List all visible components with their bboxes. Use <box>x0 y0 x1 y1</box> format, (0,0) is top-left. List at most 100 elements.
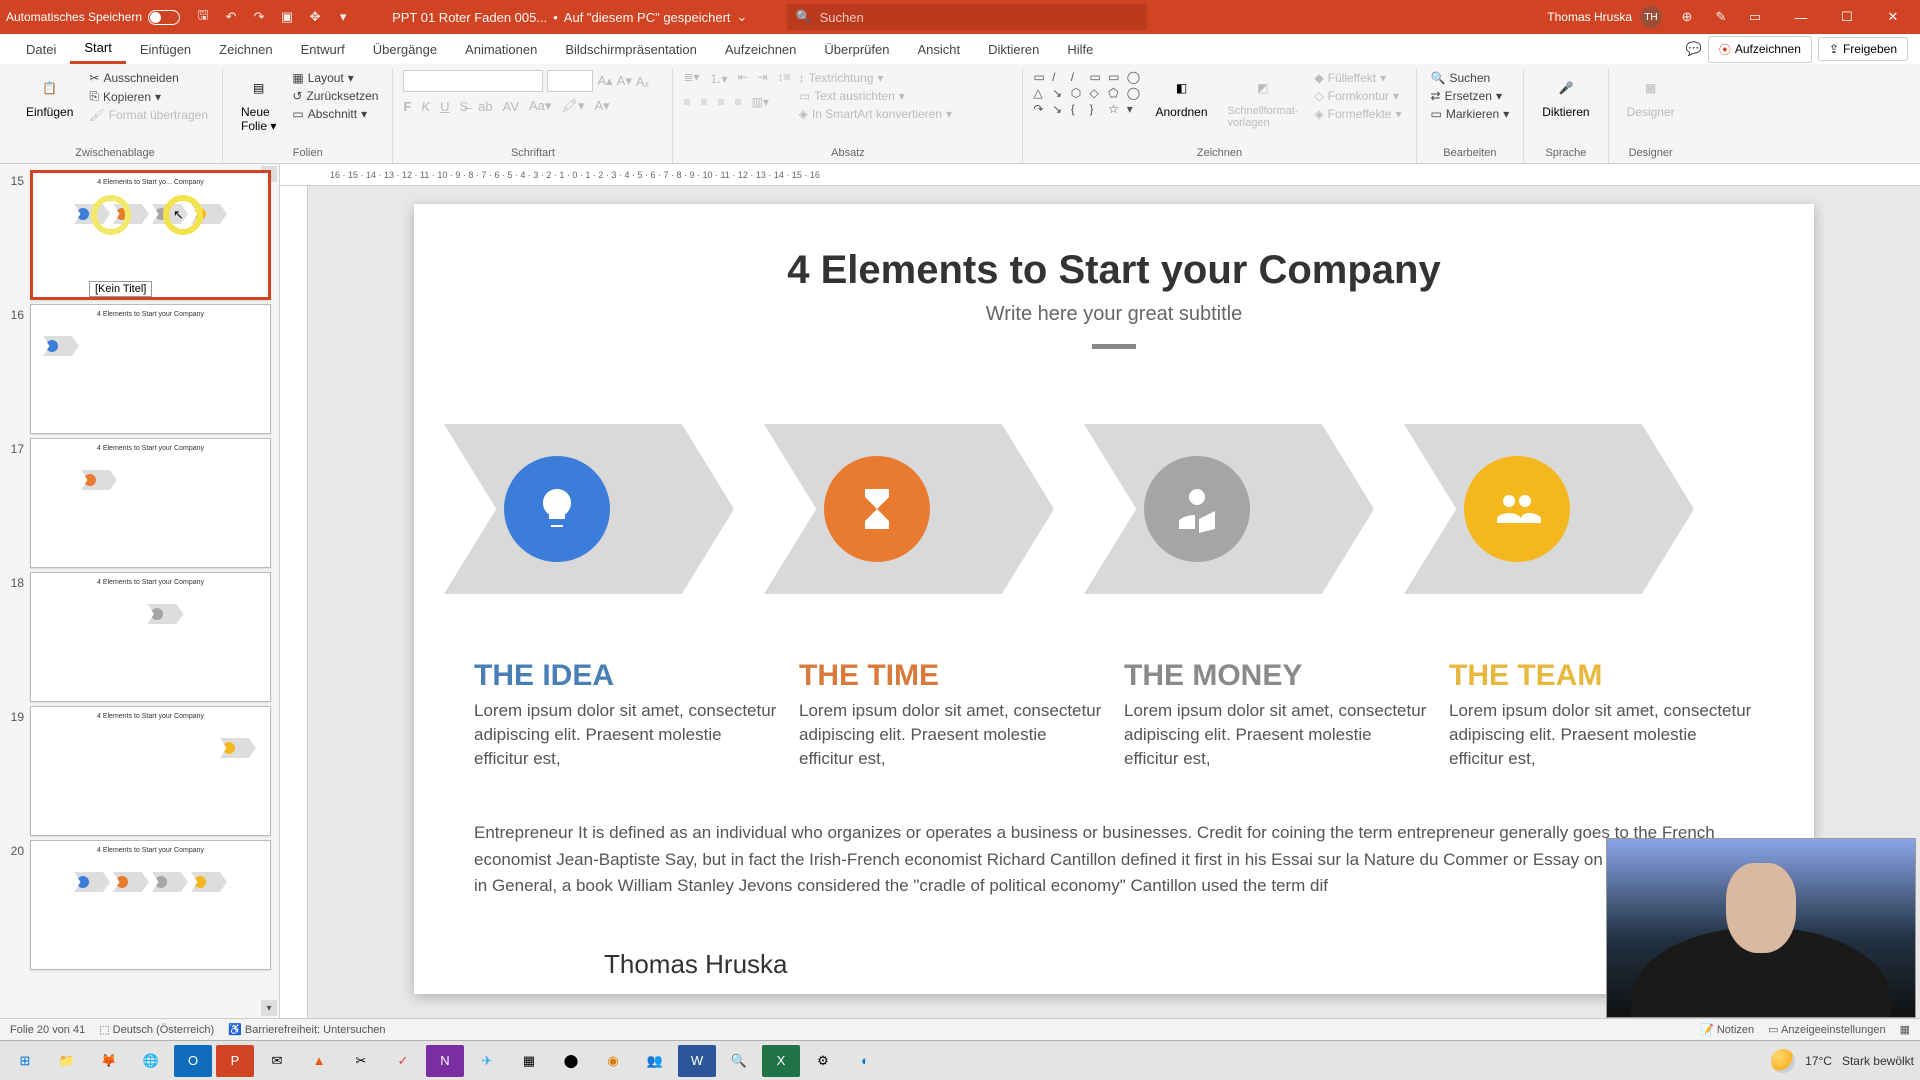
arrange-button[interactable]: ◧ Anordnen <box>1147 70 1215 123</box>
app-icon[interactable]: ▦ <box>510 1045 548 1077</box>
column-money[interactable]: THE MONEY Lorem ipsum dolor sit amet, co… <box>1124 659 1429 770</box>
document-title[interactable]: PPT 01 Roter Faden 005... • Auf "diesem … <box>392 9 747 25</box>
slide-thumb-18[interactable]: 18 4 Elements to Start your Company <box>0 570 279 704</box>
slide-thumb-16[interactable]: 16 4 Elements to Start your Company <box>0 302 279 436</box>
justify-icon[interactable]: ≡ <box>735 95 742 109</box>
snipping-icon[interactable]: ✂ <box>342 1045 380 1077</box>
reset-button[interactable]: ↺ Zurücksetzen <box>288 88 382 104</box>
word-icon[interactable]: W <box>678 1045 716 1077</box>
notes-button[interactable]: 📝 Notizen <box>1700 1023 1754 1036</box>
columns-icon[interactable]: ▥▾ <box>752 95 769 109</box>
ribbon-display-icon[interactable]: ▭ <box>1746 8 1764 26</box>
indent-icon[interactable]: ⇥ <box>758 70 768 87</box>
column-idea[interactable]: THE IDEA Lorem ipsum dolor sit amet, con… <box>474 659 779 770</box>
language-label[interactable]: ⬚ Deutsch (Österreich) <box>99 1023 214 1036</box>
slide-thumb-19[interactable]: 19 4 Elements to Start your Company <box>0 704 279 838</box>
dictate-button[interactable]: 🎤 Diktieren <box>1534 70 1597 123</box>
italic-icon[interactable]: K <box>421 99 430 114</box>
strikethrough-icon[interactable]: S̶ <box>459 99 468 114</box>
accessibility-label[interactable]: ♿ Barrierefreiheit: Untersuchen <box>228 1023 385 1036</box>
minimize-button[interactable]: — <box>1780 3 1822 31</box>
user-account[interactable]: Thomas Hruska TH <box>1547 6 1662 28</box>
undo-icon[interactable]: ↶ <box>222 8 240 26</box>
spacing-icon[interactable]: AV <box>503 99 519 114</box>
share-button[interactable]: ⇪Freigeben <box>1818 37 1908 61</box>
format-painter-button[interactable]: 🖌 Format übertragen <box>85 107 212 123</box>
decrease-font-icon[interactable]: A▾ <box>617 73 632 89</box>
vlc-icon[interactable]: ▲ <box>300 1045 338 1077</box>
slide-thumbnail[interactable]: 4 Elements to Start your Company <box>30 438 271 568</box>
paste-button[interactable]: 📋 Einfügen <box>18 70 81 123</box>
thunderbird-icon[interactable]: ✉ <box>258 1045 296 1077</box>
copy-button[interactable]: ⎘ Kopieren ▾ <box>85 88 212 105</box>
time-circle[interactable] <box>824 456 930 562</box>
column-time[interactable]: THE TIME Lorem ipsum dolor sit amet, con… <box>799 659 1104 770</box>
increase-font-icon[interactable]: A▴ <box>597 73 612 89</box>
team-circle[interactable] <box>1464 456 1570 562</box>
align-center-icon[interactable]: ≡ <box>700 95 707 109</box>
font-family-select[interactable] <box>403 70 543 92</box>
slide-count-label[interactable]: Folie 20 von 41 <box>10 1024 85 1036</box>
coming-soon-icon[interactable]: ⊕ <box>1678 8 1696 26</box>
tab-zeichnen[interactable]: Zeichnen <box>205 36 286 63</box>
align-text-button[interactable]: ▭ Text ausrichten ▾ <box>795 88 956 104</box>
slide-canvas[interactable]: 4 Elements to Start your Company Write h… <box>414 204 1814 994</box>
section-button[interactable]: ▭ Abschnitt ▾ <box>288 106 382 122</box>
tab-aufzeichnen[interactable]: Aufzeichnen <box>711 36 811 63</box>
close-button[interactable]: ✕ <box>1872 3 1914 31</box>
tab-datei[interactable]: Datei <box>12 36 70 63</box>
font-color-icon[interactable]: A▾ <box>594 98 609 114</box>
slide-thumbnail[interactable]: 4 Elements to Start your Company <box>30 304 271 434</box>
tab-hilfe[interactable]: Hilfe <box>1053 36 1107 63</box>
record-button[interactable]: ⦿Aufzeichnen <box>1708 36 1812 63</box>
todoist-icon[interactable]: ✓ <box>384 1045 422 1077</box>
firefox-icon[interactable]: 🦊 <box>90 1045 128 1077</box>
brush-icon[interactable]: ✎ <box>1712 8 1730 26</box>
clear-formatting-icon[interactable]: Aₓ <box>636 74 649 89</box>
tab-einfuegen[interactable]: Einfügen <box>126 36 205 63</box>
replace-button[interactable]: ⇄ Ersetzen ▾ <box>1427 88 1514 104</box>
onenote-icon[interactable]: N <box>426 1045 464 1077</box>
select-button[interactable]: ▭ Markieren ▾ <box>1427 106 1514 122</box>
excel-icon[interactable]: X <box>762 1045 800 1077</box>
save-icon[interactable]: 🖫 <box>194 8 212 26</box>
slide-thumb-15[interactable]: 15 4 Elements to Start yo... Company ↖ [… <box>0 168 279 302</box>
slide-thumbnail[interactable]: 4 Elements to Start yo... Company ↖ [Kei… <box>30 170 271 300</box>
weather-temp[interactable]: 17°C <box>1805 1054 1832 1068</box>
align-left-icon[interactable]: ≡ <box>683 95 690 109</box>
tab-start[interactable]: Start <box>70 34 125 64</box>
author-name[interactable]: Thomas Hruska <box>604 949 1754 980</box>
slide-subtitle[interactable]: Write here your great subtitle <box>474 303 1754 326</box>
outdent-icon[interactable]: ⇤ <box>738 70 748 87</box>
tab-ueberpruefen[interactable]: Überprüfen <box>810 36 903 63</box>
app4-icon[interactable]: ⚙ <box>804 1045 842 1077</box>
bold-icon[interactable]: F <box>403 99 411 114</box>
search-box[interactable]: 🔍 <box>787 4 1147 30</box>
obs-icon[interactable]: ⬤ <box>552 1045 590 1077</box>
slide-thumbnail-panel[interactable]: ▴ 15 4 Elements to Start yo... Company ↖… <box>0 164 280 1018</box>
powerpoint-icon[interactable]: P <box>216 1045 254 1077</box>
quick-styles-button[interactable]: ◩ Schnellformat-vorlagen <box>1220 70 1307 133</box>
search-input[interactable] <box>820 10 1140 25</box>
line-spacing-icon[interactable]: ↕≡ <box>778 70 791 87</box>
telegram-icon[interactable]: ✈ <box>468 1045 506 1077</box>
cut-button[interactable]: ✂ Ausschneiden <box>85 70 212 86</box>
font-size-select[interactable] <box>547 70 593 92</box>
numbering-icon[interactable]: ⒈▾ <box>710 70 728 87</box>
shape-outline-button[interactable]: ◇ Formkontur ▾ <box>1310 88 1405 104</box>
tab-diktieren[interactable]: Diktieren <box>974 36 1053 63</box>
start-button[interactable]: ⊞ <box>6 1045 44 1077</box>
idea-circle[interactable] <box>504 456 610 562</box>
file-explorer-icon[interactable]: 📁 <box>48 1045 86 1077</box>
column-team[interactable]: THE TEAM Lorem ipsum dolor sit amet, con… <box>1449 659 1754 770</box>
designer-button[interactable]: ▦ Designer <box>1619 70 1683 123</box>
underline-icon[interactable]: U <box>440 99 449 114</box>
weather-icon[interactable] <box>1771 1049 1795 1073</box>
new-slide-button[interactable]: ▤ NeueFolie ▾ <box>233 70 284 137</box>
text-direction-button[interactable]: ↕ Textrichtung ▾ <box>795 70 956 86</box>
entrepreneur-paragraph[interactable]: Entrepreneur It is defined as an individ… <box>474 820 1754 899</box>
shapes-gallery[interactable]: ▭//▭▭◯ △↘⬡◇⬠◯ ↷↘{}☆▾ <box>1033 70 1143 116</box>
comments-icon[interactable]: 💬 <box>1686 41 1702 57</box>
teams-icon[interactable]: 👥 <box>636 1045 674 1077</box>
slide-thumbnail[interactable]: 4 Elements to Start your Company <box>30 572 271 702</box>
